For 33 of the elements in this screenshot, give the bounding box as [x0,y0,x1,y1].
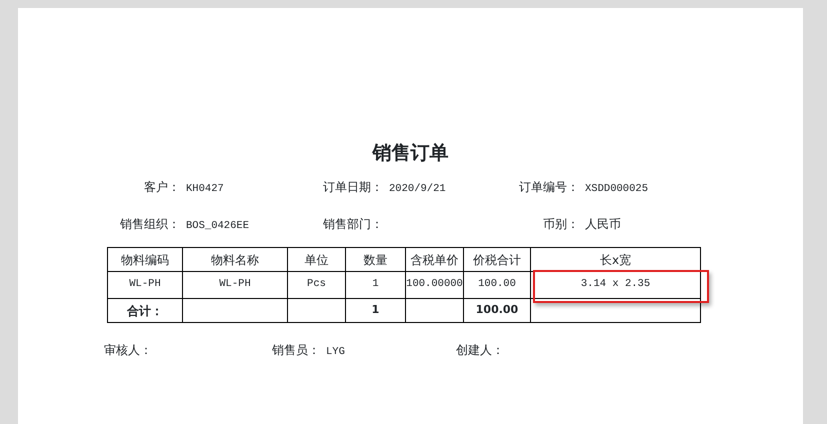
field-label: 审核人： [104,342,152,358]
column-header: 单位 [288,248,346,272]
field-label: 订单日期： [323,180,383,194]
field-label: 创建人： [456,342,504,358]
field-value: BOS_0426EE [185,219,250,234]
field-label: 销售员： [272,342,320,358]
field-value: XSDD000025 [584,182,648,197]
table-cell: 100.00 [464,272,530,298]
field-label: 销售组织： [120,217,180,231]
column-header: 价税合计 [464,248,530,272]
column-header: 数量 [346,248,406,272]
table-cell: WL-PH [182,272,288,298]
field-value: KH0427 [185,182,224,197]
field-label: 订单编号： [519,180,579,194]
column-header: 含税单价 [406,248,464,272]
table-cell: WL-PH [108,272,182,298]
field-label: 客户： [144,180,180,194]
field-label: 币别： [543,217,579,231]
field-label: 销售部门： [323,217,383,231]
field-value: LYG [325,345,345,360]
total-cell: 合计： [108,298,182,322]
table-cell: 100.00000 [406,272,464,298]
total-cell: 100.00 [464,298,530,322]
field-value: 人民币 [584,216,621,232]
table-cell: Pcs [288,272,346,298]
column-header: 长x宽 [530,248,700,272]
field-value: 2020/9/21 [388,182,446,197]
document-title: 销售订单 [370,142,450,165]
column-header: 物料名称 [182,248,288,272]
table-cell: 1 [346,272,406,298]
column-header: 物料编码 [108,248,182,272]
total-cell: 1 [346,298,406,322]
table-cell: 3.14 x 2.35 [530,272,700,298]
